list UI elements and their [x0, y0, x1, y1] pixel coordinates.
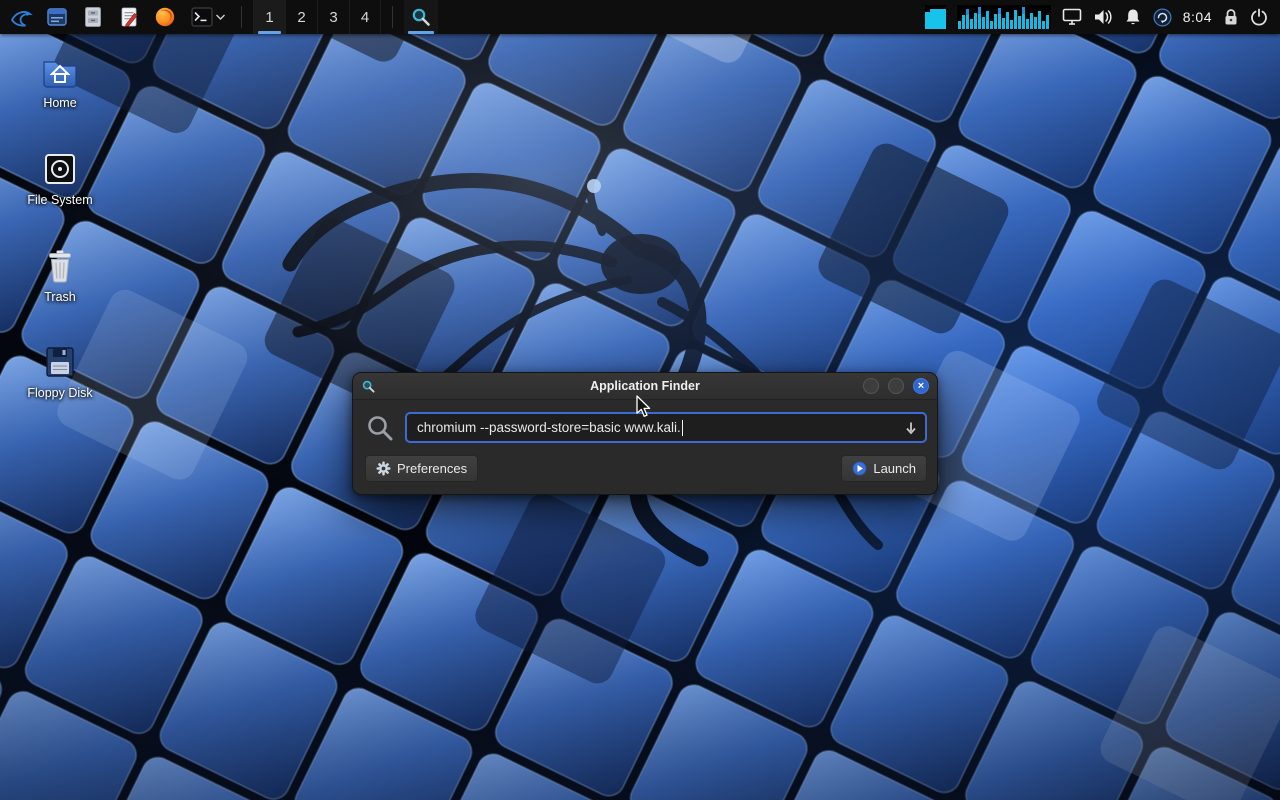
audio-spectrum-icon	[956, 5, 1051, 29]
drive-icon	[45, 153, 75, 184]
archive-icon	[85, 7, 101, 27]
launch-label: Launch	[873, 461, 916, 476]
close-button[interactable]: ×	[913, 378, 929, 394]
search-row: chromium --password-store=basic www.kali…	[365, 412, 927, 443]
window-icon-magnifier	[362, 380, 375, 393]
kali-logo-icon	[10, 11, 33, 27]
firefox-launcher[interactable]	[150, 2, 180, 32]
command-text: chromium --password-store=basic www.kali…	[417, 420, 681, 435]
floppy-icon	[46, 347, 74, 377]
preferences-button[interactable]: Preferences	[365, 455, 479, 482]
file-cabinet-launcher[interactable]	[78, 2, 108, 32]
terminal-launcher[interactable]	[186, 2, 230, 32]
taskbar-application-finder[interactable]	[404, 0, 438, 34]
updates-tray[interactable]	[1153, 7, 1172, 27]
volume-tray[interactable]	[1093, 8, 1113, 26]
launch-button[interactable]: Launch	[841, 455, 927, 482]
panel-separator	[241, 6, 242, 28]
workspace-3[interactable]: 3	[317, 0, 349, 34]
workspace-4[interactable]: 4	[349, 0, 381, 34]
panel-right-group: 8:04	[924, 0, 1274, 34]
home-folder-icon	[43, 61, 77, 88]
lock-icon	[1225, 9, 1237, 25]
chevron-down-icon	[216, 14, 225, 20]
firefox-icon	[155, 7, 175, 27]
text-caret	[681, 419, 683, 436]
panel-separator	[392, 6, 393, 28]
text-editor-icon	[121, 7, 138, 27]
window-title: Application Finder	[590, 379, 700, 393]
desktop-icon-label: Floppy Disk	[27, 386, 93, 401]
arrow-down-icon	[906, 422, 916, 434]
file-manager-launcher[interactable]	[42, 2, 72, 32]
file-manager-icon	[47, 8, 67, 26]
bell-icon	[1126, 9, 1140, 25]
display-icon	[1062, 8, 1082, 25]
volume-icon	[1094, 10, 1112, 24]
workspace-1[interactable]: 1	[253, 0, 285, 34]
cpu-graph-icon	[924, 5, 946, 29]
terminal-icon	[191, 7, 213, 27]
gear-icon	[376, 461, 391, 476]
audio-spectrum-widget[interactable]	[956, 5, 1051, 29]
maximize-button[interactable]	[888, 378, 904, 394]
desktop-icon-floppy-disk[interactable]: Floppy Disk	[16, 342, 104, 401]
cpu-graph-widget[interactable]	[924, 5, 946, 29]
desktop-icon-label: Trash	[44, 289, 76, 304]
application-finder-window: Application Finder × chromium --password…	[352, 372, 938, 495]
desktop-icon-file-system[interactable]: File System	[16, 149, 104, 208]
command-input[interactable]: chromium --password-store=basic www.kali…	[405, 412, 927, 443]
titlebar[interactable]: Application Finder ×	[353, 373, 937, 400]
window-controls: ×	[863, 378, 929, 394]
updates-icon	[1153, 7, 1172, 27]
logout-button[interactable]	[1250, 8, 1268, 26]
text-editor-launcher[interactable]	[114, 2, 144, 32]
top-panel: 1 2 3 4 8:04	[0, 0, 1280, 34]
clock[interactable]: 8:04	[1183, 9, 1212, 25]
desktop-icon-label: Home	[43, 96, 77, 110]
trash-icon	[49, 250, 71, 283]
button-row: Preferences Launch	[365, 455, 927, 482]
desktop-icon-home[interactable]: Home	[16, 52, 104, 111]
desktop-icon-column: Home File System Trash Floppy Disk	[16, 52, 104, 401]
lock-screen-button[interactable]	[1223, 8, 1239, 26]
preferences-label: Preferences	[397, 461, 468, 476]
workspace-switcher: 1 2 3 4	[253, 0, 381, 34]
workspace-2[interactable]: 2	[285, 0, 317, 34]
notifications-tray[interactable]	[1124, 8, 1142, 26]
panel-left-group: 1 2 3 4	[6, 0, 438, 34]
minimize-button[interactable]	[863, 378, 879, 394]
search-icon	[368, 415, 393, 440]
launch-icon	[852, 461, 867, 476]
finder-body: chromium --password-store=basic www.kali…	[353, 400, 937, 494]
desktop-icon-trash[interactable]: Trash	[16, 246, 104, 305]
entry-dropdown-arrow[interactable]	[905, 421, 917, 435]
kali-menu-button[interactable]	[6, 2, 36, 32]
desktop-icon-label: File System	[27, 192, 93, 207]
magnifier-icon	[412, 8, 430, 26]
display-settings-tray[interactable]	[1062, 8, 1082, 26]
power-icon	[1251, 8, 1267, 26]
